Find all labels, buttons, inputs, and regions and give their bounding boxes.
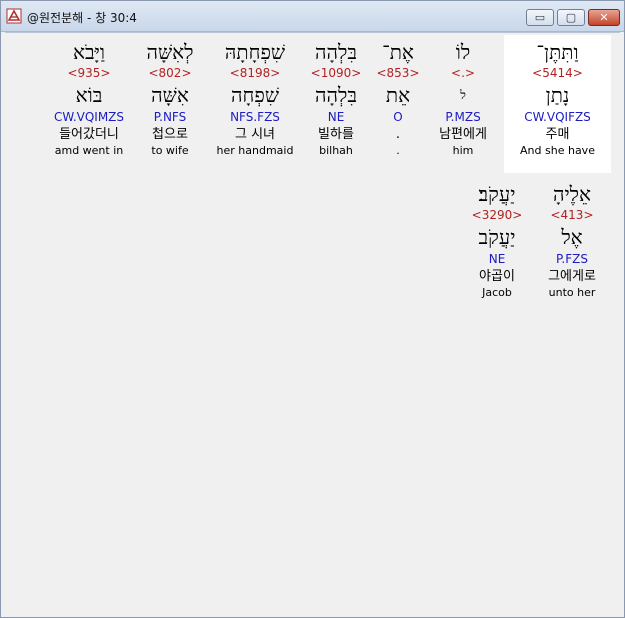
close-icon: ✕ <box>599 11 609 24</box>
english-gloss: her handmaid <box>216 144 294 157</box>
word-analysis-panel: וַתִּתֶּן־ <5414> נָתַן CW.VQIFZS 주매 And… <box>5 32 620 613</box>
english-gloss: to wife <box>151 144 189 157</box>
word-column[interactable]: שִׁפְחָתָהּ <8198> שִׁפְחָה NFS.FZS 그 시녀… <box>209 35 301 158</box>
app-window: @원전분해 - 창 30:4 ▭ ▢ ✕ וַתִּתֶּן־ <5414> נ… <box>0 0 625 618</box>
title-bar[interactable]: @원전분해 - 창 30:4 ▭ ▢ ✕ <box>1 1 624 32</box>
window-title: @원전분해 - 창 30:4 <box>27 11 137 25</box>
parsing-code: CW.VQIMZS <box>53 110 125 124</box>
hebrew-word: אֵלֶיהָ <box>552 182 592 206</box>
lemma-word: שִׁפְחָה <box>231 83 279 107</box>
korean-gloss: 주매 <box>545 127 570 142</box>
korean-gloss: 그에게로 <box>548 269 596 284</box>
close-button[interactable]: ✕ <box>588 9 620 26</box>
parsing-code: P.FZS <box>556 252 588 266</box>
strong-number[interactable]: <413> <box>530 207 614 223</box>
hebrew-word: שִׁפְחָתָהּ <box>224 40 286 64</box>
strong-number[interactable]: <802> <box>131 65 209 81</box>
parsing-code: P.NFS <box>153 110 187 124</box>
english-gloss: unto her <box>548 286 596 299</box>
english-gloss: amd went in <box>54 144 124 157</box>
korean-gloss: 첩으로 <box>152 127 188 142</box>
lemma-word: בִּלְהָה <box>314 83 357 107</box>
korean-gloss: 그 시녀 <box>234 127 275 142</box>
lemma-word: אִשָּׁה <box>151 83 189 107</box>
maximize-button[interactable]: ▢ <box>557 9 585 26</box>
hebrew-word: יַעֲקֹב׃ <box>478 182 516 206</box>
english-gloss: Jacob <box>482 286 512 299</box>
hebrew-word: וַיָּבֹא <box>72 40 105 64</box>
lemma-word: אֶל <box>561 225 583 249</box>
lemma-word: יַעֲקֹב <box>478 225 516 249</box>
hebrew-word: לְאִשָּׁה <box>146 40 194 64</box>
korean-gloss: 들어갔더니 <box>59 127 119 142</box>
maximize-icon: ▢ <box>565 11 577 24</box>
hebrew-word: בִּלְהָה <box>314 40 357 64</box>
strong-number[interactable]: <5414> <box>504 65 611 81</box>
english-gloss: And she have <box>520 144 595 157</box>
strong-number[interactable]: <1090> <box>294 65 378 81</box>
minimize-button[interactable]: ▭ <box>526 9 554 26</box>
app-icon <box>6 8 22 24</box>
parsing-code: NFS.FZS <box>230 110 280 124</box>
hebrew-word: וַתִּתֶּן־ <box>536 40 579 64</box>
parsing-code: NE <box>327 110 345 124</box>
word-column[interactable]: וַתִּתֶּן־ <5414> נָתַן CW.VQIFZS 주매 And… <box>504 35 611 173</box>
word-column[interactable]: בִּלְהָה <1090> בִּלְהָה NE 빌하를 bilhah <box>294 35 378 158</box>
strong-number[interactable]: <8198> <box>209 65 301 81</box>
lemma-word: בּוֹא <box>75 83 103 107</box>
word-column[interactable]: לְאִשָּׁה <802> אִשָּׁה P.NFS 첩으로 to wif… <box>131 35 209 158</box>
word-column[interactable]: אֵלֶיהָ <413> אֶל P.FZS 그에게로 unto her <box>530 177 614 300</box>
korean-gloss: 빌하를 <box>318 127 354 142</box>
korean-gloss: 야곱이 <box>479 269 515 284</box>
parsing-code: CW.VQIFZS <box>524 110 591 124</box>
english-gloss: bilhah <box>319 144 353 157</box>
parsing-code: NE <box>488 252 506 266</box>
strong-number[interactable]: <935> <box>45 65 133 81</box>
minimize-icon: ▭ <box>534 11 546 24</box>
strong-number[interactable]: <3290> <box>455 207 539 223</box>
word-column[interactable]: יַעֲקֹב׃ <3290> יַעֲקֹב NE 야곱이 Jacob <box>455 177 539 300</box>
lemma-word: נָתַן <box>545 83 570 107</box>
word-column[interactable]: וַיָּבֹא <935> בּוֹא CW.VQIMZS 들어갔더니 amd… <box>45 35 133 158</box>
